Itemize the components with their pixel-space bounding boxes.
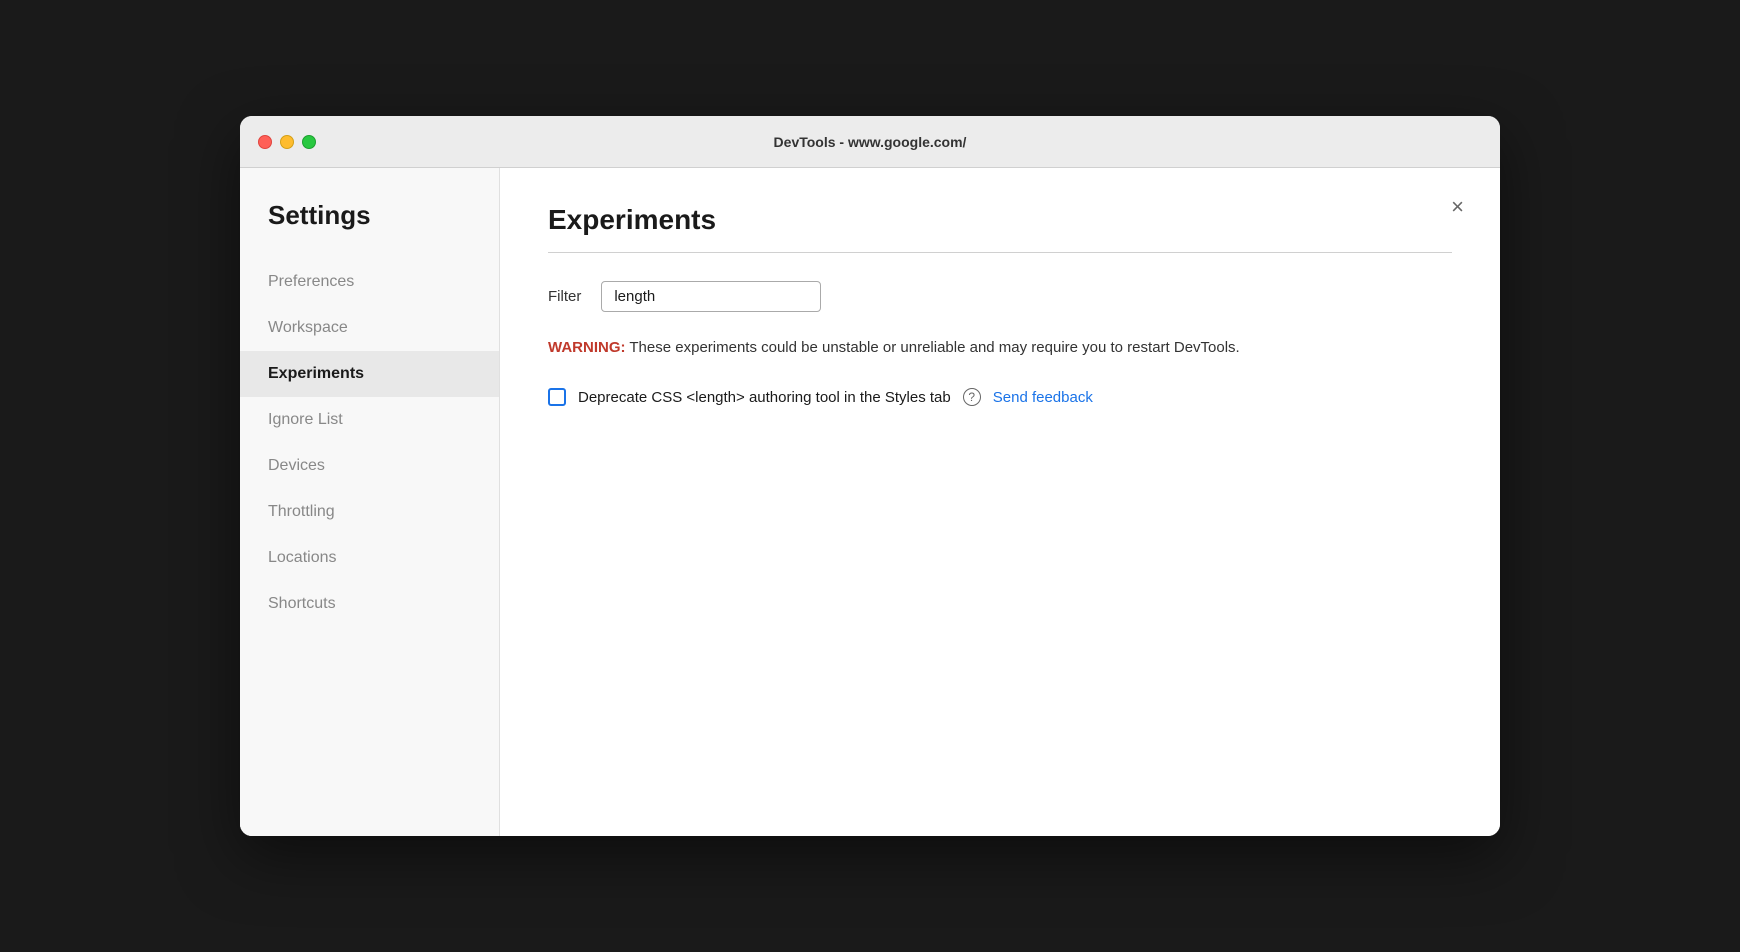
- sidebar-item-locations[interactable]: Locations: [240, 535, 499, 581]
- minimize-traffic-light[interactable]: [280, 135, 294, 149]
- close-button[interactable]: ×: [1443, 192, 1472, 222]
- warning-label: WARNING:: [548, 339, 626, 356]
- sidebar-item-devices[interactable]: Devices: [240, 443, 499, 489]
- filter-input[interactable]: [601, 281, 821, 312]
- warning-box: WARNING: These experiments could be unst…: [548, 336, 1452, 360]
- traffic-lights: [258, 135, 316, 149]
- sidebar-item-workspace[interactable]: Workspace: [240, 305, 499, 351]
- sidebar-heading: Settings: [240, 200, 499, 259]
- sidebar-item-experiments[interactable]: Experiments: [240, 351, 499, 397]
- send-feedback-link[interactable]: Send feedback: [993, 389, 1093, 406]
- sidebar-item-shortcuts[interactable]: Shortcuts: [240, 581, 499, 627]
- main-content: × Experiments Filter WARNING: These expe…: [500, 168, 1500, 836]
- window-title: DevTools - www.google.com/: [774, 134, 967, 150]
- maximize-traffic-light[interactable]: [302, 135, 316, 149]
- deprecate-css-length-checkbox[interactable]: [548, 388, 566, 406]
- page-title: Experiments: [548, 204, 1452, 236]
- experiment-row: Deprecate CSS <length> authoring tool in…: [548, 388, 1452, 406]
- warning-text: WARNING: These experiments could be unst…: [548, 339, 1240, 356]
- filter-row: Filter: [548, 281, 1452, 312]
- filter-label: Filter: [548, 288, 581, 305]
- sidebar-item-ignore-list[interactable]: Ignore List: [240, 397, 499, 443]
- titlebar: DevTools - www.google.com/: [240, 116, 1500, 168]
- close-traffic-light[interactable]: [258, 135, 272, 149]
- content-area: Settings Preferences Workspace Experimen…: [240, 168, 1500, 836]
- devtools-window: DevTools - www.google.com/ Settings Pref…: [240, 116, 1500, 836]
- experiment-label: Deprecate CSS <length> authoring tool in…: [578, 389, 951, 406]
- sidebar-item-preferences[interactable]: Preferences: [240, 259, 499, 305]
- help-icon[interactable]: ?: [963, 388, 981, 406]
- sidebar: Settings Preferences Workspace Experimen…: [240, 168, 500, 836]
- sidebar-item-throttling[interactable]: Throttling: [240, 489, 499, 535]
- title-divider: [548, 252, 1452, 253]
- warning-body: These experiments could be unstable or u…: [626, 339, 1240, 356]
